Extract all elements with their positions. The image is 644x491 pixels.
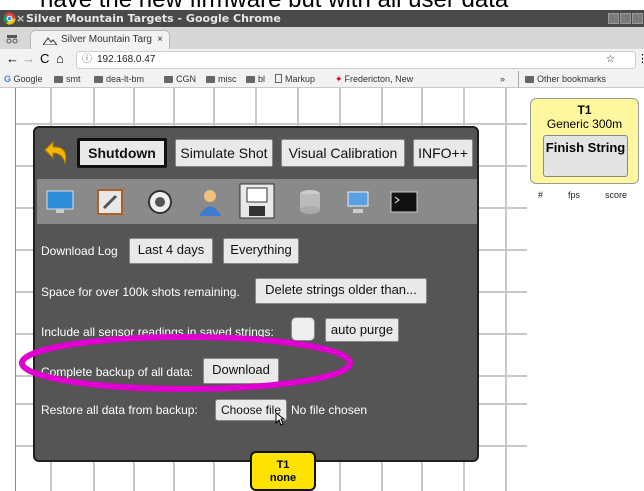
page-viewport: Shutdown Simulate Shot Visual Calibratio… — [0, 88, 644, 491]
last-4-days-button[interactable]: Last 4 days — [129, 238, 213, 264]
bookmark-dea-lt-bm[interactable]: dea-lt-bm — [94, 71, 144, 88]
icon-toolbar — [37, 179, 477, 224]
mouse-cursor-icon — [275, 412, 285, 426]
terminal-icon[interactable] — [389, 187, 419, 217]
stat-distance: Generic 300m — [546, 117, 623, 131]
wrench-icon[interactable] — [145, 187, 175, 217]
column-fps: fps — [568, 190, 581, 200]
tab-label: Silver Mountain Targ — [61, 34, 152, 45]
bookmarks-bar: G Google smt dea-lt-bm CGN misc bl Marku… — [0, 71, 644, 88]
bookmark-markup[interactable]: Markup — [275, 71, 315, 88]
window-close-icon[interactable]: × — [16, 10, 25, 27]
browser-toolbar: ← → C ⌂ ⓘ 192.168.0.47 ☆ ⋮ — [0, 49, 644, 71]
bookmark-smt[interactable]: smt — [54, 71, 81, 88]
page-icon — [275, 74, 282, 83]
bookmark-google[interactable]: G Google — [4, 71, 43, 88]
stat-target-name: T1 — [577, 103, 592, 117]
bookmark-bl[interactable]: bl — [246, 71, 265, 88]
minimize-button[interactable] — [608, 13, 619, 24]
restore-label: Restore all data from backup: — [41, 403, 198, 417]
maple-leaf-icon: ✦ — [335, 74, 343, 84]
bookmark-fredericton[interactable]: ✦ Fredericton, New — [335, 71, 413, 88]
close-button[interactable] — [632, 13, 643, 24]
folder-icon — [54, 76, 63, 83]
url-text: 192.168.0.47 — [97, 54, 156, 65]
reload-icon[interactable]: C — [40, 51, 49, 66]
maximize-button[interactable] — [620, 13, 631, 24]
everything-button[interactable]: Everything — [223, 238, 299, 264]
visual-calibration-button[interactable]: Visual Calibration — [281, 139, 405, 167]
settings-screen-icon[interactable] — [95, 187, 125, 217]
folder-icon — [94, 76, 103, 83]
delete-strings-button[interactable]: Delete strings older than... — [255, 278, 427, 304]
space-remaining-label: Space for over 100k shots remaining. — [41, 285, 240, 299]
menu-icon[interactable]: ⋮ — [637, 52, 644, 65]
file-status: No file chosen — [291, 403, 368, 417]
tab-silver-mountain[interactable]: Silver Mountain Targ × — [30, 30, 170, 49]
folder-icon — [525, 76, 534, 83]
home-icon[interactable]: ⌂ — [56, 51, 64, 66]
bookmark-other[interactable]: Other bookmarks — [518, 71, 606, 88]
save-disk-icon[interactable] — [239, 183, 275, 219]
bookmark-cgn[interactable]: CGN — [164, 71, 196, 88]
download-log-label: Download Log — [41, 244, 118, 258]
forward-icon[interactable]: → — [22, 51, 35, 66]
database-icon[interactable] — [295, 187, 325, 217]
bookmarks-overflow-icon[interactable]: » — [500, 71, 505, 88]
window-titlebar: × Silver Mountain Targets - Google Chrom… — [0, 10, 644, 27]
highlight-ellipse — [19, 334, 353, 392]
tab-close-icon[interactable]: × — [157, 31, 163, 49]
back-arrow-icon[interactable] — [43, 138, 71, 166]
folder-icon — [246, 76, 255, 83]
folder-icon — [164, 76, 173, 83]
back-icon[interactable]: ← — [6, 51, 19, 66]
column-number: # — [538, 190, 544, 200]
caption-text: have the new firmware but with all user … — [0, 0, 644, 10]
finish-string-button[interactable]: Finish String — [543, 135, 628, 177]
settings-panel: Shutdown Simulate Shot Visual Calibratio… — [33, 126, 479, 462]
mountain-icon — [43, 37, 57, 45]
monitor-icon[interactable] — [45, 187, 75, 217]
target-display: Shutdown Simulate Shot Visual Calibratio… — [15, 88, 527, 491]
column-score: score — [605, 190, 628, 200]
shot-badge: T1 none — [250, 451, 316, 491]
info-icon: ⓘ — [82, 54, 92, 65]
incognito-icon — [6, 35, 18, 44]
simulate-shot-button[interactable]: Simulate Shot — [175, 139, 273, 167]
address-bar[interactable]: ⓘ 192.168.0.47 ☆ — [76, 51, 636, 69]
info-button[interactable]: INFO++ — [413, 139, 473, 167]
window-title: Silver Mountain Targets - Google Chrome — [26, 12, 281, 25]
user-icon[interactable] — [195, 187, 225, 217]
shot-badge-value: none — [269, 472, 297, 484]
bookmark-misc[interactable]: misc — [206, 71, 237, 88]
tab-strip: Silver Mountain Targ × — [0, 27, 644, 49]
shot-badge-target: T1 — [276, 459, 290, 471]
chrome-logo-icon — [3, 12, 16, 25]
network-icon[interactable] — [343, 187, 373, 217]
target-stat-card: T1 Generic 300m Finish String — [530, 98, 639, 184]
shutdown-button[interactable]: Shutdown — [77, 138, 167, 168]
bookmark-star-icon[interactable]: ☆ — [606, 52, 615, 68]
folder-icon — [206, 76, 215, 83]
